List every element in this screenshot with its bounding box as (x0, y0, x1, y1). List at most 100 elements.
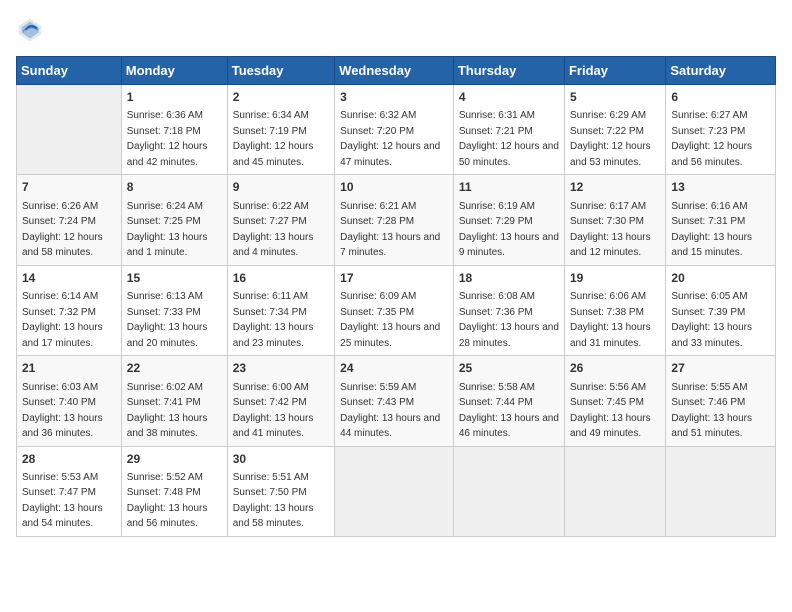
weekday-header-row: SundayMondayTuesdayWednesdayThursdayFrid… (17, 57, 776, 85)
day-number: 14 (22, 270, 116, 287)
calendar-day-cell (453, 446, 564, 536)
calendar-day-cell: 23 Sunrise: 6:00 AMSunset: 7:42 PMDayligh… (227, 356, 334, 446)
weekday-header-cell: Thursday (453, 57, 564, 85)
calendar-day-cell: 16 Sunrise: 6:11 AMSunset: 7:34 PMDayligh… (227, 265, 334, 355)
day-info: Sunrise: 6:03 AMSunset: 7:40 PMDaylight:… (22, 382, 103, 440)
day-number: 10 (340, 179, 448, 196)
day-number: 6 (671, 89, 770, 106)
day-number: 29 (127, 451, 222, 468)
calendar-day-cell: 9 Sunrise: 6:22 AMSunset: 7:27 PMDaylight… (227, 175, 334, 265)
day-info: Sunrise: 5:56 AMSunset: 7:45 PMDaylight:… (570, 382, 651, 440)
day-number: 25 (459, 360, 559, 377)
calendar-body: 1 Sunrise: 6:36 AMSunset: 7:18 PMDaylight… (17, 85, 776, 537)
calendar-day-cell: 14 Sunrise: 6:14 AMSunset: 7:32 PMDayligh… (17, 265, 122, 355)
day-info: Sunrise: 6:06 AMSunset: 7:38 PMDaylight:… (570, 291, 651, 349)
day-info: Sunrise: 6:11 AMSunset: 7:34 PMDaylight:… (233, 291, 314, 349)
logo (16, 16, 48, 44)
day-info: Sunrise: 6:27 AMSunset: 7:23 PMDaylight:… (671, 110, 752, 168)
day-info: Sunrise: 6:09 AMSunset: 7:35 PMDaylight:… (340, 291, 440, 349)
day-number: 28 (22, 451, 116, 468)
day-info: Sunrise: 5:51 AMSunset: 7:50 PMDaylight:… (233, 472, 314, 530)
calendar-day-cell: 8Sunrise: 6:24 AMSunset: 7:25 PMDaylight… (121, 175, 227, 265)
day-info: Sunrise: 6:02 AMSunset: 7:41 PMDaylight:… (127, 382, 208, 440)
day-info: Sunrise: 5:55 AMSunset: 7:46 PMDaylight:… (671, 382, 752, 440)
calendar-day-cell: 24 Sunrise: 5:59 AMSunset: 7:43 PMDayligh… (335, 356, 454, 446)
calendar-day-cell: 26Sunrise: 5:56 AMSunset: 7:45 PMDayligh… (564, 356, 665, 446)
day-info: Sunrise: 6:32 AMSunset: 7:20 PMDaylight:… (340, 110, 440, 168)
calendar-day-cell: 6 Sunrise: 6:27 AMSunset: 7:23 PMDaylight… (666, 85, 776, 175)
calendar-day-cell: 18Sunrise: 6:08 AMSunset: 7:36 PMDayligh… (453, 265, 564, 355)
day-number: 17 (340, 270, 448, 287)
day-info: Sunrise: 6:22 AMSunset: 7:27 PMDaylight:… (233, 201, 314, 259)
calendar-day-cell (564, 446, 665, 536)
calendar-day-cell: 17 Sunrise: 6:09 AMSunset: 7:35 PMDayligh… (335, 265, 454, 355)
calendar-day-cell: 30 Sunrise: 5:51 AMSunset: 7:50 PMDayligh… (227, 446, 334, 536)
day-info: Sunrise: 6:34 AMSunset: 7:19 PMDaylight:… (233, 110, 314, 168)
day-info: Sunrise: 6:36 AMSunset: 7:18 PMDaylight:… (127, 110, 208, 168)
calendar-day-cell: 4Sunrise: 6:31 AMSunset: 7:21 PMDaylight… (453, 85, 564, 175)
day-number: 9 (233, 179, 329, 196)
calendar-day-cell: 19Sunrise: 6:06 AMSunset: 7:38 PMDayligh… (564, 265, 665, 355)
weekday-header-cell: Sunday (17, 57, 122, 85)
calendar-day-cell: 29 Sunrise: 5:52 AMSunset: 7:48 PMDayligh… (121, 446, 227, 536)
calendar-day-cell: 27 Sunrise: 5:55 AMSunset: 7:46 PMDayligh… (666, 356, 776, 446)
calendar-day-cell: 20 Sunrise: 6:05 AMSunset: 7:39 PMDayligh… (666, 265, 776, 355)
day-info: Sunrise: 6:21 AMSunset: 7:28 PMDaylight:… (340, 201, 440, 259)
calendar-day-cell: 28 Sunrise: 5:53 AMSunset: 7:47 PMDayligh… (17, 446, 122, 536)
weekday-header-cell: Tuesday (227, 57, 334, 85)
day-info: Sunrise: 6:16 AMSunset: 7:31 PMDaylight:… (671, 201, 752, 259)
day-number: 8 (127, 179, 222, 196)
day-info: Sunrise: 6:31 AMSunset: 7:21 PMDaylight:… (459, 110, 559, 168)
day-number: 22 (127, 360, 222, 377)
calendar-day-cell: 3 Sunrise: 6:32 AMSunset: 7:20 PMDaylight… (335, 85, 454, 175)
weekday-header-cell: Friday (564, 57, 665, 85)
day-number: 5 (570, 89, 660, 106)
page-header (16, 16, 776, 44)
day-info: Sunrise: 5:59 AMSunset: 7:43 PMDaylight:… (340, 382, 440, 440)
day-number: 21 (22, 360, 116, 377)
day-info: Sunrise: 6:08 AMSunset: 7:36 PMDaylight:… (459, 291, 559, 349)
day-info: Sunrise: 5:58 AMSunset: 7:44 PMDaylight:… (459, 382, 559, 440)
calendar-day-cell: 2 Sunrise: 6:34 AMSunset: 7:19 PMDaylight… (227, 85, 334, 175)
day-number: 3 (340, 89, 448, 106)
calendar-week-row: 1 Sunrise: 6:36 AMSunset: 7:18 PMDaylight… (17, 85, 776, 175)
day-info: Sunrise: 6:05 AMSunset: 7:39 PMDaylight:… (671, 291, 752, 349)
calendar-day-cell: 10 Sunrise: 6:21 AMSunset: 7:28 PMDayligh… (335, 175, 454, 265)
day-number: 11 (459, 179, 559, 196)
day-number: 27 (671, 360, 770, 377)
calendar-day-cell: 1 Sunrise: 6:36 AMSunset: 7:18 PMDaylight… (121, 85, 227, 175)
calendar-week-row: 7 Sunrise: 6:26 AMSunset: 7:24 PMDaylight… (17, 175, 776, 265)
calendar-table: SundayMondayTuesdayWednesdayThursdayFrid… (16, 56, 776, 537)
calendar-day-cell: 22 Sunrise: 6:02 AMSunset: 7:41 PMDayligh… (121, 356, 227, 446)
weekday-header-cell: Monday (121, 57, 227, 85)
day-info: Sunrise: 6:17 AMSunset: 7:30 PMDaylight:… (570, 201, 651, 259)
day-info: Sunrise: 6:14 AMSunset: 7:32 PMDaylight:… (22, 291, 103, 349)
day-number: 15 (127, 270, 222, 287)
day-number: 7 (22, 179, 116, 196)
calendar-day-cell: 25 Sunrise: 5:58 AMSunset: 7:44 PMDayligh… (453, 356, 564, 446)
calendar-day-cell: 7 Sunrise: 6:26 AMSunset: 7:24 PMDaylight… (17, 175, 122, 265)
calendar-week-row: 21 Sunrise: 6:03 AMSunset: 7:40 PMDayligh… (17, 356, 776, 446)
calendar-day-cell (666, 446, 776, 536)
day-info: Sunrise: 6:26 AMSunset: 7:24 PMDaylight:… (22, 201, 103, 259)
weekday-header-cell: Wednesday (335, 57, 454, 85)
calendar-day-cell: 12 Sunrise: 6:17 AMSunset: 7:30 PMDayligh… (564, 175, 665, 265)
day-number: 1 (127, 89, 222, 106)
day-info: Sunrise: 5:53 AMSunset: 7:47 PMDaylight:… (22, 472, 103, 530)
day-info: Sunrise: 6:00 AMSunset: 7:42 PMDaylight:… (233, 382, 314, 440)
calendar-week-row: 28 Sunrise: 5:53 AMSunset: 7:47 PMDayligh… (17, 446, 776, 536)
day-number: 2 (233, 89, 329, 106)
day-number: 16 (233, 270, 329, 287)
day-number: 30 (233, 451, 329, 468)
calendar-day-cell: 13 Sunrise: 6:16 AMSunset: 7:31 PMDayligh… (666, 175, 776, 265)
day-number: 20 (671, 270, 770, 287)
day-info: Sunrise: 5:52 AMSunset: 7:48 PMDaylight:… (127, 472, 208, 530)
calendar-day-cell: 21 Sunrise: 6:03 AMSunset: 7:40 PMDayligh… (17, 356, 122, 446)
calendar-day-cell (17, 85, 122, 175)
day-number: 23 (233, 360, 329, 377)
day-info: Sunrise: 6:29 AMSunset: 7:22 PMDaylight:… (570, 110, 651, 168)
day-number: 13 (671, 179, 770, 196)
day-number: 12 (570, 179, 660, 196)
day-number: 24 (340, 360, 448, 377)
day-info: Sunrise: 6:13 AMSunset: 7:33 PMDaylight:… (127, 291, 208, 349)
